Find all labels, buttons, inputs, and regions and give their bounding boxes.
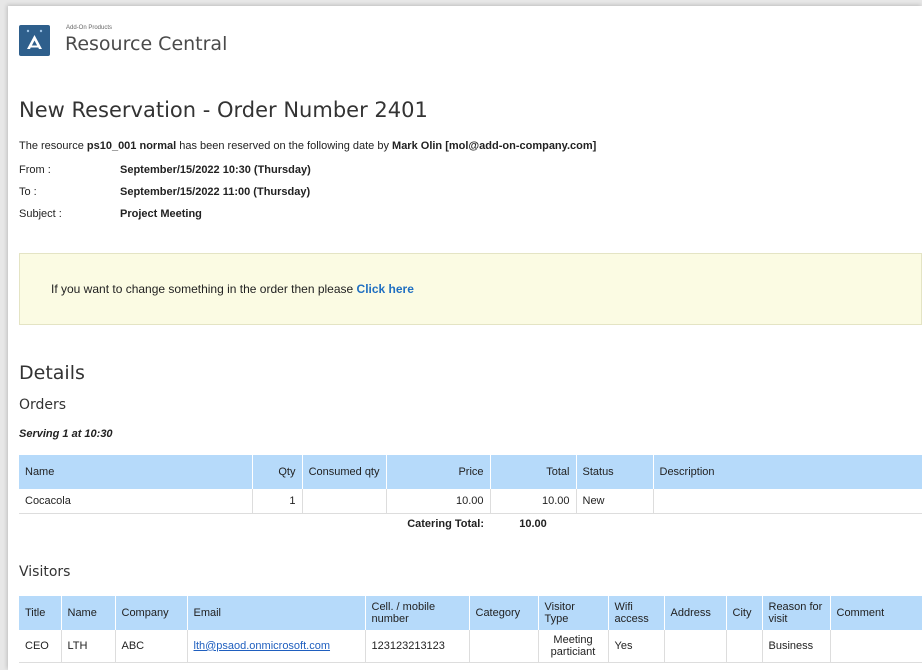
table-row: CEO LTH ABC lth@psaod.onmicrosoft.com 12… (19, 630, 922, 663)
visitor-title: CEO (19, 630, 62, 663)
visitor-type: Meeting particiant (538, 630, 609, 663)
catering-total-row: Catering Total: 10.00 (19, 513, 922, 535)
order-name: Cocacola (19, 489, 253, 514)
visitor-email-cell: lth@psaod.onmicrosoft.com (187, 630, 366, 663)
orders-header-row: Name Qty Consumed qty Price Total Status… (19, 455, 922, 489)
brand-name: Resource Central (65, 33, 228, 55)
visitors-table: Title Name Company Email Cell. / mobile … (19, 596, 922, 663)
visitor-email-link[interactable]: lth@psaod.onmicrosoft.com (194, 640, 331, 652)
visitor-reason: Business (762, 630, 831, 663)
col-header: Reason for visit (762, 596, 831, 630)
catering-total-label: Catering Total: (407, 518, 484, 531)
visitor-city (726, 630, 763, 663)
col-header: Address (664, 596, 727, 630)
page-title: New Reservation - Order Number 2401 (19, 98, 428, 122)
to-row: To : September/15/2022 11:00 (Thursday) (19, 186, 310, 198)
details-title: Details (19, 362, 85, 384)
change-order-notice: If you want to change something in the o… (19, 253, 922, 325)
col-header: Comment (830, 596, 922, 630)
col-header: Name (19, 455, 253, 489)
notice-message: If you want to change something in the o… (51, 282, 357, 296)
visitor-wifi: Yes (608, 630, 665, 663)
col-header: Price (386, 455, 491, 489)
visitor-phone: 123123213123 (365, 630, 470, 663)
reserved-by: Mark Olin [mol@add-on-company.com] (392, 140, 597, 152)
order-total: 10.00 (490, 489, 577, 514)
visitor-comment (830, 630, 922, 663)
order-consumed (302, 489, 387, 514)
visitor-address (664, 630, 727, 663)
visitor-category (469, 630, 539, 663)
col-header: Description (653, 455, 922, 489)
resource-name: ps10_001 normal (86, 140, 177, 152)
col-header: City (726, 596, 763, 630)
click-here-link[interactable]: Click here (357, 282, 414, 296)
order-status: New (576, 489, 654, 514)
email-window: Add-On Products Resource Central New Res… (8, 6, 922, 670)
visitors-title: Visitors (19, 564, 71, 580)
subject-row: Subject : Project Meeting (19, 208, 202, 220)
col-header: Title (19, 596, 62, 630)
to-label: To : (19, 186, 37, 198)
col-header: Email (187, 596, 366, 630)
serving-label: Serving 1 at 10:30 (19, 428, 113, 440)
order-price: 10.00 (386, 489, 491, 514)
col-header: Status (576, 455, 654, 489)
col-header: Qty (252, 455, 303, 489)
subject-label: Subject : (19, 208, 62, 220)
reservation-intro: The resource ps10_001 normal has been re… (19, 140, 596, 152)
col-header: Visitor Type (538, 596, 609, 630)
col-header: Company (115, 596, 188, 630)
visitors-header-row: Title Name Company Email Cell. / mobile … (19, 596, 922, 630)
from-row: From : September/15/2022 10:30 (Thursday) (19, 164, 311, 176)
orders-title: Orders (19, 397, 67, 413)
visitor-name: LTH (61, 630, 116, 663)
table-row: Cocacola 1 10.00 10.00 New (19, 489, 922, 514)
visitor-company: ABC (115, 630, 188, 663)
order-qty: 1 (252, 489, 303, 514)
col-header: Consumed qty (302, 455, 387, 489)
col-header: Category (469, 596, 539, 630)
orders-table: Name Qty Consumed qty Price Total Status… (19, 455, 922, 535)
col-header: Name (61, 596, 116, 630)
col-header: Total (490, 455, 577, 489)
intro-middle: has been reserved on the following date … (176, 140, 393, 152)
brand-subtitle: Add-On Products (66, 25, 113, 31)
from-value: September/15/2022 10:30 (Thursday) (120, 164, 311, 176)
col-header: Cell. / mobile number (365, 596, 470, 630)
notice-text: If you want to change something in the o… (51, 282, 414, 296)
resource-central-logo-icon (19, 25, 50, 56)
catering-total-value: 10.00 (519, 518, 547, 531)
col-header: Wifi access (608, 596, 665, 630)
order-description (653, 489, 922, 514)
subject-value: Project Meeting (120, 208, 202, 220)
intro-prefix: The resource (19, 140, 87, 152)
from-label: From : (19, 164, 51, 176)
to-value: September/15/2022 11:00 (Thursday) (120, 186, 311, 198)
